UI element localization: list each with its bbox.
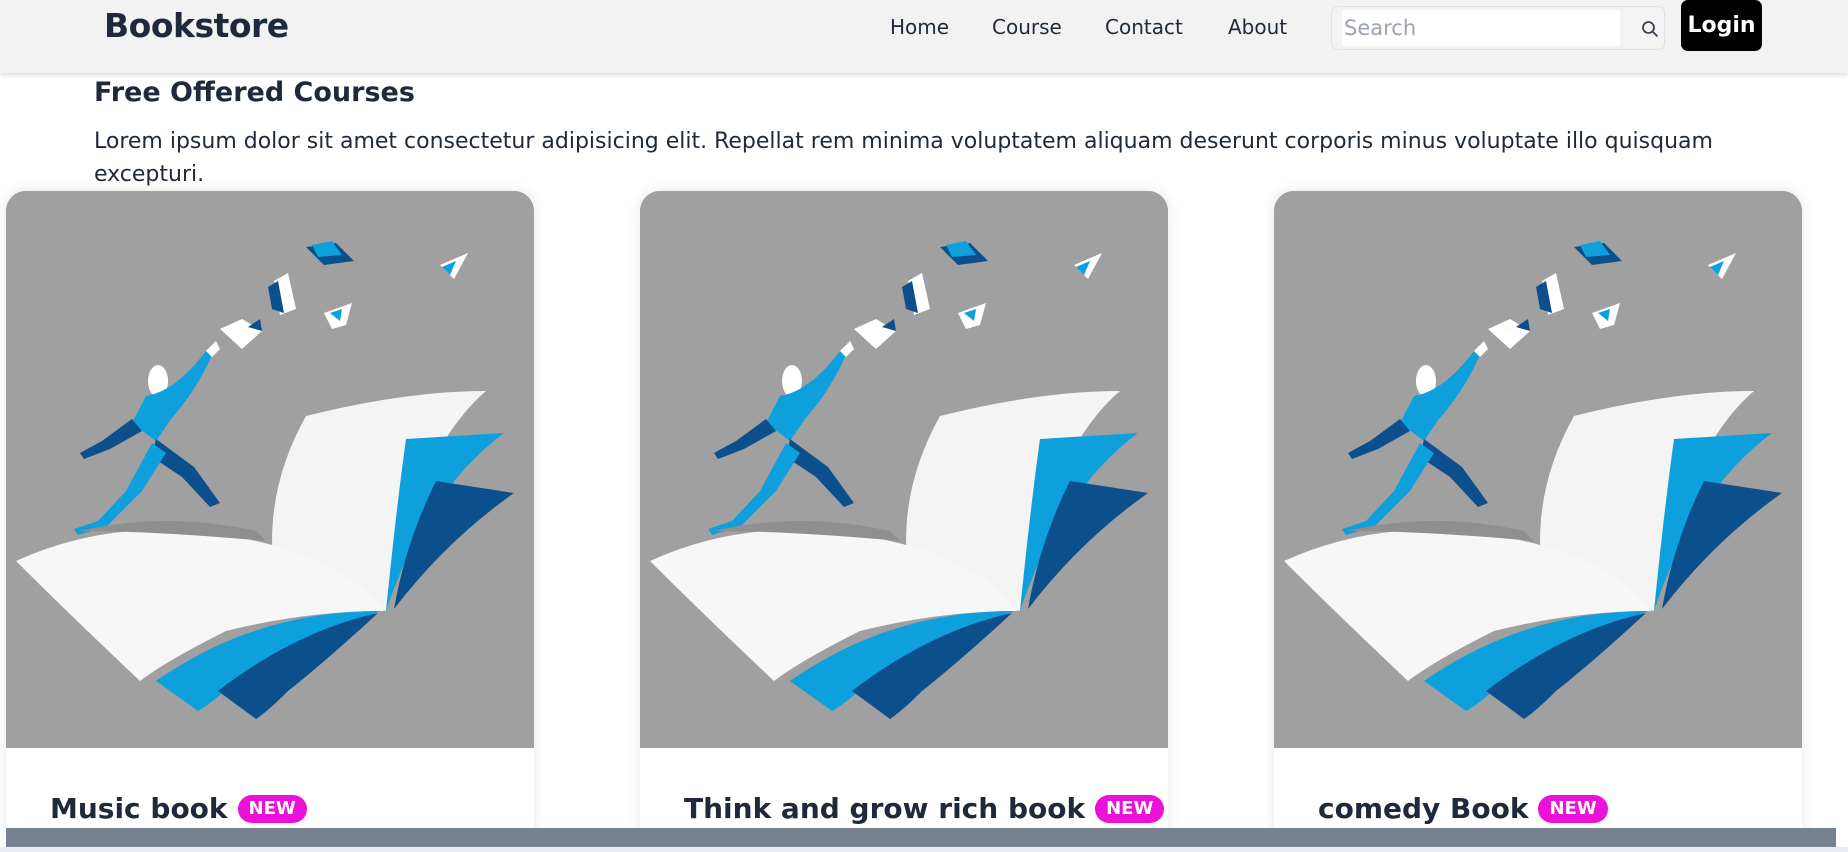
course-card[interactable]: Music book NEW xyxy=(6,191,534,852)
search-icon[interactable] xyxy=(1640,19,1660,39)
course-image xyxy=(640,191,1168,748)
nav-about-link[interactable]: About xyxy=(1228,15,1287,39)
brand-logo[interactable]: Bookstore xyxy=(104,6,289,45)
course-image xyxy=(1274,191,1802,748)
course-title: comedy Book NEW xyxy=(1318,792,1608,825)
nav-course-link[interactable]: Course xyxy=(992,15,1062,39)
section-description: Lorem ipsum dolor sit amet consectetur a… xyxy=(94,129,1713,187)
course-title: Think and grow rich book NEW xyxy=(684,792,1165,825)
course-title: Music book NEW xyxy=(50,792,307,825)
course-title-text: Music book xyxy=(50,792,228,825)
new-badge: NEW xyxy=(1538,794,1608,823)
course-title-text: comedy Book xyxy=(1318,792,1529,825)
horizontal-scrollbar[interactable] xyxy=(6,828,1836,847)
nav-home-link[interactable]: Home xyxy=(890,15,949,39)
scrollbar-track xyxy=(0,847,1848,852)
new-badge: NEW xyxy=(237,794,307,823)
course-image xyxy=(6,191,534,748)
new-badge: NEW xyxy=(1095,794,1165,823)
course-title-text: Think and grow rich book xyxy=(684,792,1086,825)
navbar: Bookstore Home Course Contact About Logi… xyxy=(0,0,1848,73)
section-title: Free Offered Courses xyxy=(94,77,415,108)
course-card[interactable]: Think and grow rich book NEW xyxy=(640,191,1168,852)
course-card[interactable]: comedy Book NEW xyxy=(1274,191,1802,852)
nav-contact-link[interactable]: Contact xyxy=(1105,15,1183,39)
search-input[interactable] xyxy=(1342,10,1620,46)
search-box xyxy=(1331,6,1665,50)
login-button[interactable]: Login xyxy=(1681,0,1762,51)
